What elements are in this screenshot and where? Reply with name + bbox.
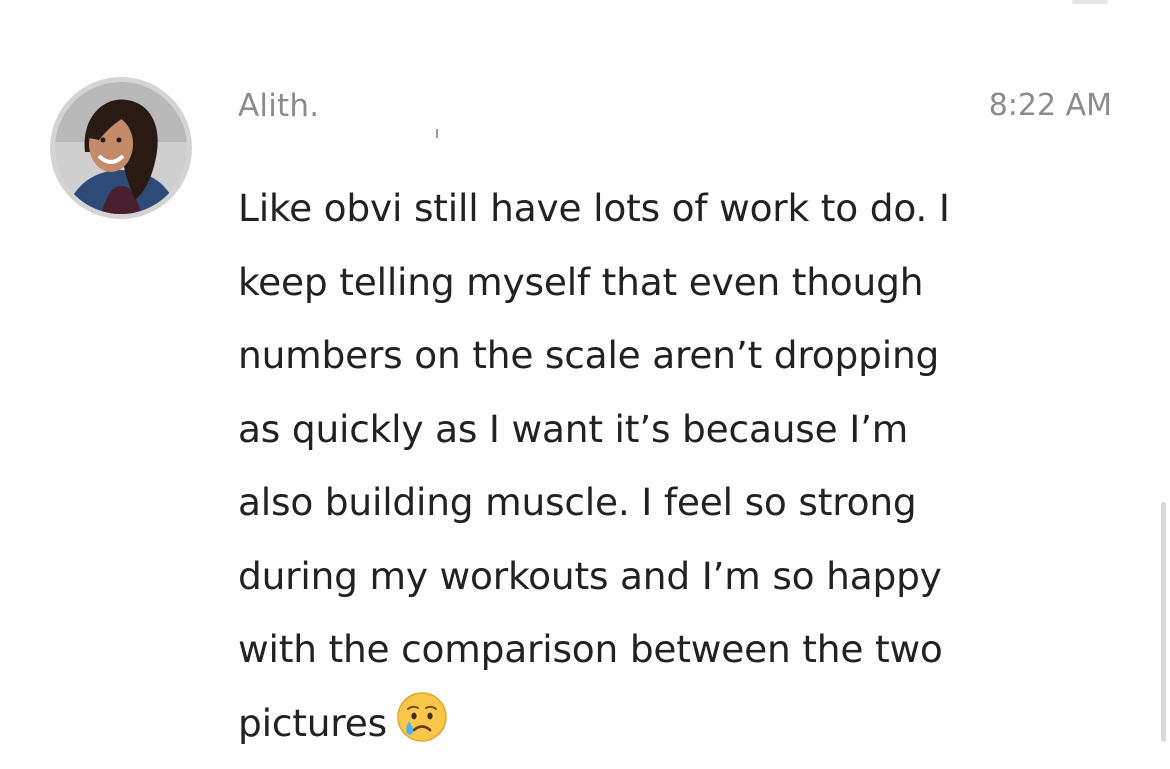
message-item: Alith. 8:22 AM Like obvi still have lots… bbox=[0, 0, 1170, 769]
message-line: Like obvi still have lots of work to do.… bbox=[238, 186, 950, 230]
chat-screen: Alith. 8:22 AM Like obvi still have lots… bbox=[0, 0, 1170, 769]
avatar-photo bbox=[55, 82, 187, 214]
scrollbar[interactable] bbox=[1156, 0, 1170, 769]
message-line: with the comparison between the two bbox=[238, 627, 943, 671]
avatar[interactable] bbox=[50, 77, 192, 219]
stray-mark bbox=[436, 129, 438, 138]
message-line: during my workouts and I’m so happy bbox=[238, 553, 942, 598]
message-body: Like obvi still have lots of work to do.… bbox=[238, 172, 1118, 760]
sender-name[interactable]: Alith. bbox=[238, 86, 319, 126]
message-timestamp: 8:22 AM bbox=[988, 88, 1112, 123]
scrollbar-thumb[interactable] bbox=[1161, 502, 1166, 742]
message-line: keep telling myself that even though bbox=[238, 259, 924, 304]
message-line: as quickly as I want it’s because I’m bbox=[238, 406, 909, 451]
message-line-text: pictures bbox=[238, 700, 387, 745]
message-line: numbers on the scale aren’t dropping bbox=[238, 333, 940, 377]
message-line: also building muscle. I feel so strong bbox=[238, 480, 917, 524]
crying-face-emoji-icon bbox=[397, 691, 447, 742]
message-last-line: pictures bbox=[238, 687, 1118, 761]
